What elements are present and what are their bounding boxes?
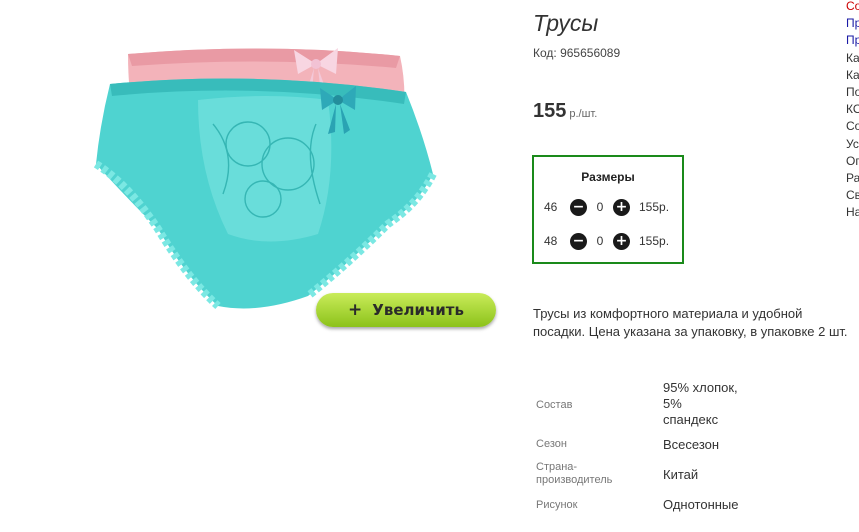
spec-label: Рисунок [536,499,578,511]
product-image[interactable] [88,34,448,324]
sidebar-item[interactable]: Ог [846,153,859,170]
spec-label: Сезон [536,438,567,450]
sidebar-item[interactable]: Ус [846,136,859,153]
size-row: 48 − 0 + 155р. [544,232,669,250]
product-price: 155 р./шт. [533,100,597,123]
size-row: 46 − 0 + 155р. [544,198,669,216]
sidebar-item[interactable]: Со [846,118,859,135]
product-code: Код: 965656089 [533,46,621,60]
zoom-button[interactable]: + Увеличить [316,293,496,327]
sidebar-item[interactable]: Ка [846,50,859,67]
sidebar-item[interactable]: Св [846,187,859,204]
spec-value: Однотонные [663,497,763,513]
sidebar-item[interactable]: По [846,84,859,101]
sidebar-item[interactable]: Пр [846,15,859,32]
sidebar-item[interactable]: КО [846,101,859,118]
price-unit: р./шт. [569,108,598,120]
spec-value-line: спандекс [663,412,719,427]
spec-value-line: Однотонные [663,497,739,512]
sizes-box: Размеры 46 − 0 + 155р. 48 − 0 + 155р. [532,155,684,264]
sizes-header: Размеры [581,170,635,184]
sidebar-item[interactable]: На [846,204,859,221]
product-description: Трусы из комфортного материала и удобной… [533,306,848,339]
spec-value: Китай [663,467,763,483]
spec-label: Страна-производитель [536,461,613,486]
size-label: 46 [544,200,558,214]
plus-icon[interactable]: + [613,232,630,250]
spec-value-line: 95% хлопок, [663,380,738,395]
spec-value-line: Китай [663,467,699,482]
spec-value: 95% хлопок, 5% спандекс [663,380,763,428]
plus-icon[interactable]: + [613,198,630,216]
minus-icon[interactable]: − [570,232,587,250]
quantity-value: 0 [596,234,604,248]
sidebar-item[interactable]: Пр [846,32,859,49]
sidebar-clipped: Со Пр Пр Ка Ка По КО Со Ус Ог Ра Св На [846,0,859,222]
product-title: Трусы [533,10,599,36]
spec-label: Состав [536,399,573,411]
size-label: 48 [544,234,558,248]
spec-value-line: Всесезон [663,437,720,452]
minus-icon[interactable]: − [570,198,587,216]
sidebar-item[interactable]: Ра [846,170,859,187]
sidebar-item[interactable]: Ка [846,67,859,84]
size-price: 155р. [639,234,670,248]
sidebar-item[interactable]: Со [846,0,859,15]
zoom-button-label: Увеличить [372,301,464,319]
size-price: 155р. [639,200,670,214]
plus-icon: + [348,300,363,320]
spec-value: Всесезон [663,437,763,453]
spec-value-line: 5% [663,396,682,411]
price-value: 155 [533,100,567,122]
quantity-value: 0 [596,200,604,214]
